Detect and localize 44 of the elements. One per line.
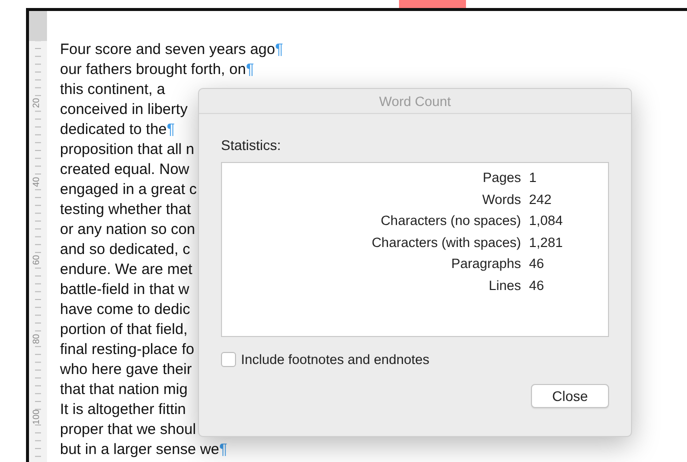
statistic-label: Pages xyxy=(482,169,521,187)
document-text: conceived in liberty xyxy=(60,101,188,118)
document-text: final resting-place fo xyxy=(60,341,194,358)
document-text: battle-field in that w xyxy=(60,281,190,298)
document-text: It is altogether fittin xyxy=(60,401,186,418)
document-text: who here gave their xyxy=(60,361,192,378)
statistic-value: 1 xyxy=(529,169,537,187)
statistic-value: 1,084 xyxy=(529,212,563,230)
statistic-label: Words xyxy=(482,190,521,209)
dialog-title: Word Count xyxy=(379,94,451,108)
document-text: endure. We are met xyxy=(60,261,192,278)
ruler-thumb[interactable] xyxy=(29,11,47,41)
pilcrow-mark: ¶ xyxy=(219,441,228,458)
document-text: engaged in a great c xyxy=(60,181,197,198)
statistic-value: 46 xyxy=(529,276,544,295)
document-text: dedicated to the xyxy=(60,121,167,138)
statistic-label: Lines xyxy=(488,276,521,295)
statistic-label: Paragraphs xyxy=(451,255,521,274)
checkbox-label[interactable]: Include footnotes and endnotes xyxy=(241,352,430,367)
document-text: that that nation mig xyxy=(60,381,188,398)
close-button[interactable]: Close xyxy=(531,384,609,408)
document-text: proper that we shoul xyxy=(60,421,196,438)
statistics-heading: Statistics: xyxy=(221,137,282,153)
document-text: and so dedicated, c xyxy=(60,241,190,258)
document-text: have come to dedic xyxy=(60,301,190,318)
document-text: created equal. Now xyxy=(60,161,190,178)
checkbox[interactable] xyxy=(221,352,236,367)
document-text: or any nation so con xyxy=(60,221,196,238)
document-text: but in a larger sense we xyxy=(60,441,220,458)
pilcrow-mark: ¶ xyxy=(275,41,284,58)
statistic-value: 46 xyxy=(529,255,544,274)
document-text: testing whether that xyxy=(60,201,191,218)
statistic-value: 1,281 xyxy=(529,234,563,252)
document-text: our fathers brought forth, on xyxy=(60,61,246,78)
document-text: proposition that all n xyxy=(60,141,194,158)
document-text: this continent, a xyxy=(60,81,166,98)
statistic-label: Characters (no spaces) xyxy=(380,212,521,230)
pilcrow-mark: ¶ xyxy=(246,61,254,78)
statistic-label: Characters (with spaces) xyxy=(372,234,521,252)
tab-marker xyxy=(399,0,466,8)
pilcrow-mark: ¶ xyxy=(166,121,175,138)
document-text: portion of that field, xyxy=(60,321,188,338)
statistic-value: 242 xyxy=(529,190,552,209)
document-text: Four score and seven years ago xyxy=(60,41,276,58)
